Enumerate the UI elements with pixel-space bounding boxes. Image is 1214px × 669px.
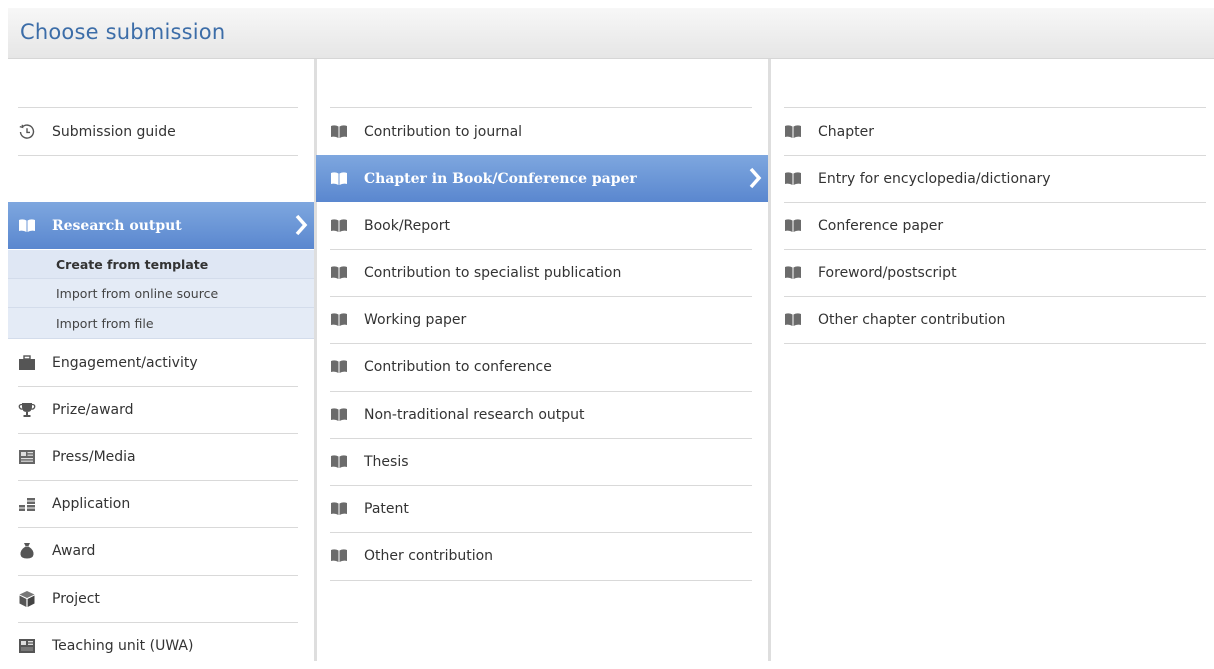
book-icon (330, 547, 348, 565)
category-research-output-label: Research output (52, 217, 182, 234)
book-icon (330, 406, 348, 424)
type-contribution-to-specialist-publication[interactable]: Contribution to specialist publication (330, 249, 752, 296)
category-engagement-activity[interactable]: Engagement/activity (18, 339, 298, 386)
type-other-contribution[interactable]: Other contribution (330, 532, 752, 579)
page-title: Choose submission (20, 20, 226, 44)
book-icon (330, 264, 348, 282)
subtype-label: Other chapter contribution (818, 311, 1006, 328)
category-award[interactable]: Award (18, 527, 298, 574)
book-icon (784, 170, 802, 188)
subtype-conference-paper[interactable]: Conference paper (784, 202, 1206, 249)
category-label: Project (52, 590, 100, 607)
category-label: Teaching unit (UWA) (52, 637, 194, 654)
type-label: Contribution to conference (364, 358, 552, 375)
create-from-template-label: Create from template (56, 256, 209, 272)
subtype-chapter[interactable]: Chapter (784, 108, 1206, 155)
category-application[interactable]: Application (18, 480, 298, 527)
type-label: Chapter in Book/Conference paper (364, 170, 637, 187)
cube-icon (18, 590, 36, 608)
book-icon (330, 500, 348, 518)
chevron-right-icon (295, 214, 308, 236)
category-label: Award (52, 542, 96, 559)
type-contribution-to-journal[interactable]: Contribution to journal (330, 108, 752, 155)
book-icon (784, 217, 802, 235)
book-icon (330, 453, 348, 471)
money-stack-icon (18, 495, 36, 513)
column-divider-left (314, 59, 317, 661)
money-bag-icon (18, 542, 36, 560)
type-working-paper[interactable]: Working paper (330, 296, 752, 343)
import-from-file-link[interactable]: Import from file (8, 308, 314, 339)
type-label: Contribution to journal (364, 123, 523, 140)
open-book-icon (18, 217, 36, 235)
category-teaching-unit[interactable]: Teaching unit (UWA) (18, 622, 298, 669)
category-label: Prize/award (52, 401, 134, 418)
category-press-media[interactable]: Press/Media (18, 433, 298, 480)
type-label: Thesis (364, 453, 409, 470)
type-non-traditional-research-output[interactable]: Non-traditional research output (330, 391, 752, 438)
page-header: Choose submission (8, 8, 1214, 59)
type-label: Book/Report (364, 217, 450, 234)
type-label: Other contribution (364, 547, 494, 564)
column-divider-right (768, 59, 771, 661)
submission-guide-link[interactable]: Submission guide (18, 108, 298, 155)
book-icon (330, 170, 348, 188)
book-icon (784, 123, 802, 141)
book-icon (330, 123, 348, 141)
subtype-other-chapter-contribution[interactable]: Other chapter contribution (784, 296, 1206, 343)
type-contribution-to-conference[interactable]: Contribution to conference (330, 343, 752, 390)
subtype-label: Chapter (818, 123, 874, 140)
category-project[interactable]: Project (18, 575, 298, 622)
create-from-template-link[interactable]: Create from template (8, 250, 314, 279)
type-book-report[interactable]: Book/Report (330, 202, 752, 249)
subtype-label: Foreword/postscript (818, 264, 957, 281)
book-icon (330, 217, 348, 235)
category-label: Engagement/activity (52, 354, 198, 371)
type-label: Patent (364, 500, 409, 517)
type-label: Working paper (364, 311, 467, 328)
newspaper-icon (18, 448, 36, 466)
import-from-file-label: Import from file (56, 315, 154, 331)
type-label: Non-traditional research output (364, 406, 585, 423)
category-prize-award[interactable]: Prize/award (18, 386, 298, 433)
film-board-icon (18, 637, 36, 655)
submission-guide-label: Submission guide (52, 123, 176, 140)
book-icon (330, 358, 348, 376)
chevron-right-icon (749, 167, 762, 189)
type-chapter-in-book-conference-paper[interactable]: Chapter in Book/Conference paper (316, 155, 768, 202)
import-online-source-label: Import from online source (56, 285, 219, 301)
subtype-label: Entry for encyclopedia/dictionary (818, 170, 1051, 187)
book-icon (784, 264, 802, 282)
book-icon (784, 311, 802, 329)
import-from-online-source-link[interactable]: Import from online source (8, 279, 314, 308)
type-patent[interactable]: Patent (330, 485, 752, 532)
type-label: Contribution to specialist publication (364, 264, 622, 281)
type-thesis[interactable]: Thesis (330, 438, 752, 485)
subtype-entry-for-encyclopedia-dictionary[interactable]: Entry for encyclopedia/dictionary (784, 155, 1206, 202)
category-research-output[interactable]: Research output (8, 202, 314, 249)
history-clock-icon (18, 123, 36, 141)
briefcase-icon (18, 354, 36, 372)
subtype-label: Conference paper (818, 217, 944, 234)
trophy-icon (18, 401, 36, 419)
subtype-foreword-postscript[interactable]: Foreword/postscript (784, 249, 1206, 296)
book-icon (330, 311, 348, 329)
category-label: Application (52, 495, 131, 512)
category-label: Press/Media (52, 448, 136, 465)
